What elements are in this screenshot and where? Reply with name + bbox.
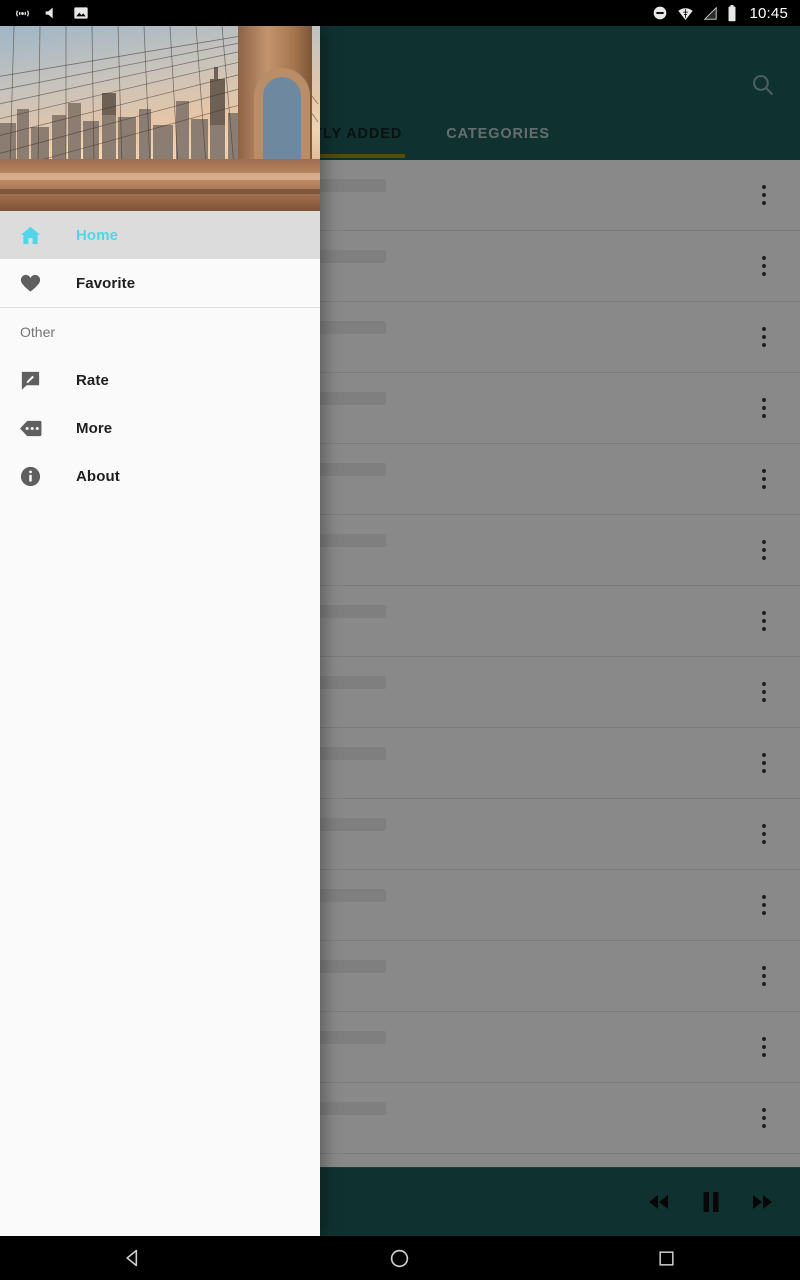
back-triangle-icon xyxy=(126,1249,138,1267)
status-bar-left-icons xyxy=(0,5,89,22)
system-navigation-bar xyxy=(0,1236,800,1280)
sidebar-item-rate[interactable]: Rate xyxy=(0,356,320,404)
header-bridge-deck xyxy=(0,159,320,211)
do-not-disturb-icon xyxy=(654,6,667,20)
recents-square-icon xyxy=(659,1250,674,1266)
header-bridge-arch xyxy=(254,68,310,172)
nav-home-button[interactable] xyxy=(364,1236,436,1280)
signal-icon xyxy=(704,6,718,20)
sidebar-item-about[interactable]: About xyxy=(0,452,320,500)
more-label-icon xyxy=(14,419,46,438)
cast-icon xyxy=(16,9,29,17)
heart-icon xyxy=(14,272,46,295)
status-bar-right-icons: 10:45 xyxy=(652,4,800,22)
sidebar-item-label: Home xyxy=(76,226,119,244)
sidebar-item-favorite[interactable]: Favorite xyxy=(0,259,320,307)
device-screen: 10:45 RECENTLY ADDED CATEGORIES Home Fav… xyxy=(0,0,800,1280)
sidebar-item-more[interactable]: More xyxy=(0,404,320,452)
drawer-header-image xyxy=(0,26,320,211)
screenshot-image-icon xyxy=(74,7,88,19)
sidebar-item-label: More xyxy=(76,419,113,437)
home-circle-icon xyxy=(391,1249,409,1267)
sidebar-section-header: Other xyxy=(20,324,56,340)
info-icon xyxy=(14,465,46,488)
sidebar-item-label: Rate xyxy=(76,371,109,389)
volume-mute-icon xyxy=(45,7,59,19)
battery-icon xyxy=(728,4,736,21)
sidebar-item-label: About xyxy=(76,467,120,485)
nav-recents-button[interactable] xyxy=(631,1236,703,1280)
navigation-drawer: Home Favorite Other Rate More About xyxy=(0,26,320,1236)
status-bar-clock: 10:45 xyxy=(749,4,788,22)
sidebar-item-label: Favorite xyxy=(76,274,136,292)
rate-review-icon xyxy=(14,369,46,392)
sidebar-item-home[interactable]: Home xyxy=(0,211,320,259)
status-bar: 10:45 xyxy=(0,0,800,26)
wifi-icon xyxy=(678,7,694,20)
nav-back-button[interactable] xyxy=(97,1236,169,1280)
home-icon xyxy=(14,224,46,247)
